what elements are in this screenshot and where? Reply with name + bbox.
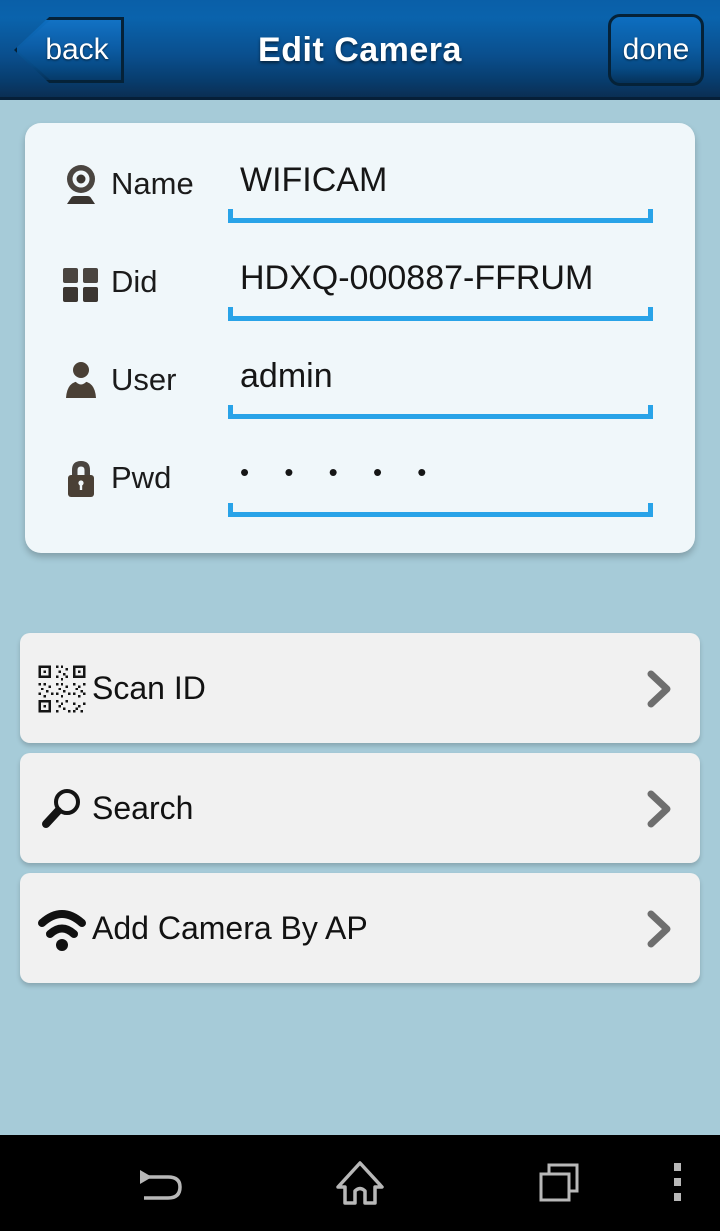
- field-row-pwd: Pwd • • • • •: [25, 439, 695, 537]
- field-input-user[interactable]: admin: [228, 345, 655, 429]
- field-row-user: User admin: [25, 341, 695, 439]
- nav-recents-button[interactable]: [510, 1135, 610, 1231]
- lock-icon: [57, 454, 105, 502]
- chevron-right-icon: [642, 909, 676, 949]
- nav-overflow-menu-button[interactable]: [648, 1135, 708, 1231]
- camera-settings-card: Name WIFICAM Did HDXQ-000887-FFRUM User …: [25, 123, 695, 553]
- qr-code-icon: [36, 663, 88, 715]
- field-row-name: Name WIFICAM: [25, 145, 695, 243]
- field-value-user: admin: [240, 357, 333, 395]
- scan-id-label: Scan ID: [92, 670, 206, 706]
- field-value-pwd: • • • • •: [240, 457, 441, 487]
- webcam-icon: [57, 160, 105, 208]
- field-underline-user: [228, 405, 653, 419]
- wifi-icon: [36, 903, 88, 955]
- nav-home-button[interactable]: [310, 1135, 410, 1231]
- chevron-right-icon: [642, 789, 676, 829]
- field-input-name[interactable]: WIFICAM: [228, 149, 655, 233]
- add-camera-by-ap-row[interactable]: Add Camera By AP: [20, 873, 700, 983]
- done-button-label: done: [622, 33, 690, 66]
- scan-id-row[interactable]: Scan ID: [20, 633, 700, 743]
- android-navigation-bar: [0, 1135, 720, 1231]
- field-label-pwd: Pwd: [111, 460, 172, 495]
- field-value-did: HDXQ-000887-FFRUM: [240, 259, 594, 297]
- title-bar: back Edit Camera done: [0, 0, 720, 100]
- search-row[interactable]: Search: [20, 753, 700, 863]
- chevron-right-icon: [642, 669, 676, 709]
- search-label: Search: [92, 790, 194, 826]
- field-label-user: User: [111, 362, 177, 397]
- nav-back-button[interactable]: [110, 1135, 210, 1231]
- field-row-did: Did HDXQ-000887-FFRUM: [25, 243, 695, 341]
- field-underline-did: [228, 307, 653, 321]
- field-label-did: Did: [111, 264, 158, 299]
- field-value-name: WIFICAM: [240, 161, 388, 199]
- field-label-name: Name: [111, 166, 194, 201]
- field-input-did[interactable]: HDXQ-000887-FFRUM: [228, 247, 655, 331]
- magnifier-icon: [36, 783, 88, 835]
- add-camera-by-ap-label: Add Camera By AP: [92, 910, 368, 946]
- grid-icon: [57, 258, 105, 306]
- done-button[interactable]: done: [608, 14, 704, 86]
- person-icon: [57, 356, 105, 404]
- field-underline-pwd: [228, 503, 653, 517]
- field-underline-name: [228, 209, 653, 223]
- field-input-pwd[interactable]: • • • • •: [228, 443, 655, 527]
